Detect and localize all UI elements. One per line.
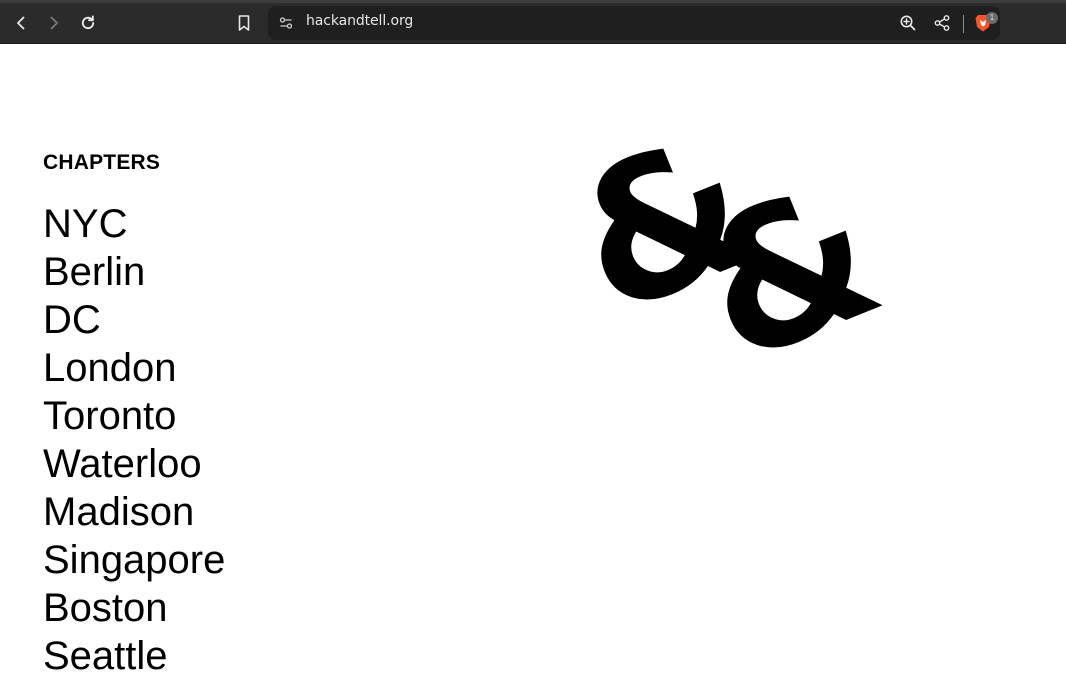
back-button[interactable] [6, 8, 36, 38]
bookmark-icon [236, 14, 252, 32]
chapter-link-madison[interactable]: Madison [43, 488, 225, 536]
reload-button[interactable] [73, 8, 103, 38]
chapter-list: NYC Berlin DC London Toronto Waterloo Ma… [43, 200, 225, 680]
chapter-link-waterloo[interactable]: Waterloo [43, 440, 225, 488]
chapter-link-toronto[interactable]: Toronto [43, 392, 225, 440]
chapter-link-berlin[interactable]: Berlin [43, 248, 225, 296]
shields-count-badge: 1 [986, 12, 998, 24]
chapter-link-london[interactable]: London [43, 344, 225, 392]
chevron-right-icon [46, 15, 62, 31]
bookmark-button[interactable] [229, 8, 259, 38]
share-button[interactable] [927, 8, 957, 38]
reload-icon [79, 14, 97, 32]
chapter-link-seattle[interactable]: Seattle [43, 632, 225, 680]
chapter-link-singapore[interactable]: Singapore [43, 536, 225, 584]
zoom-button[interactable] [893, 8, 923, 38]
browser-toolbar: hackandtell.org 1 [0, 0, 1066, 44]
hack-and-tell-logo: & & [544, 91, 906, 406]
forward-button[interactable] [39, 8, 69, 38]
chapter-link-boston[interactable]: Boston [43, 584, 225, 632]
share-icon [933, 14, 951, 32]
chapter-link-dc[interactable]: DC [43, 296, 225, 344]
site-info-button[interactable] [271, 8, 301, 38]
site-info-icon [278, 15, 294, 31]
chapter-link-nyc[interactable]: NYC [43, 200, 225, 248]
url-text[interactable]: hackandtell.org [306, 13, 413, 29]
logo-ampersand-right: & [670, 139, 907, 407]
chevron-left-icon [13, 15, 29, 31]
zoom-in-icon [899, 14, 917, 32]
chapters-heading: CHAPTERS [43, 151, 161, 174]
toolbar-divider [963, 15, 964, 33]
